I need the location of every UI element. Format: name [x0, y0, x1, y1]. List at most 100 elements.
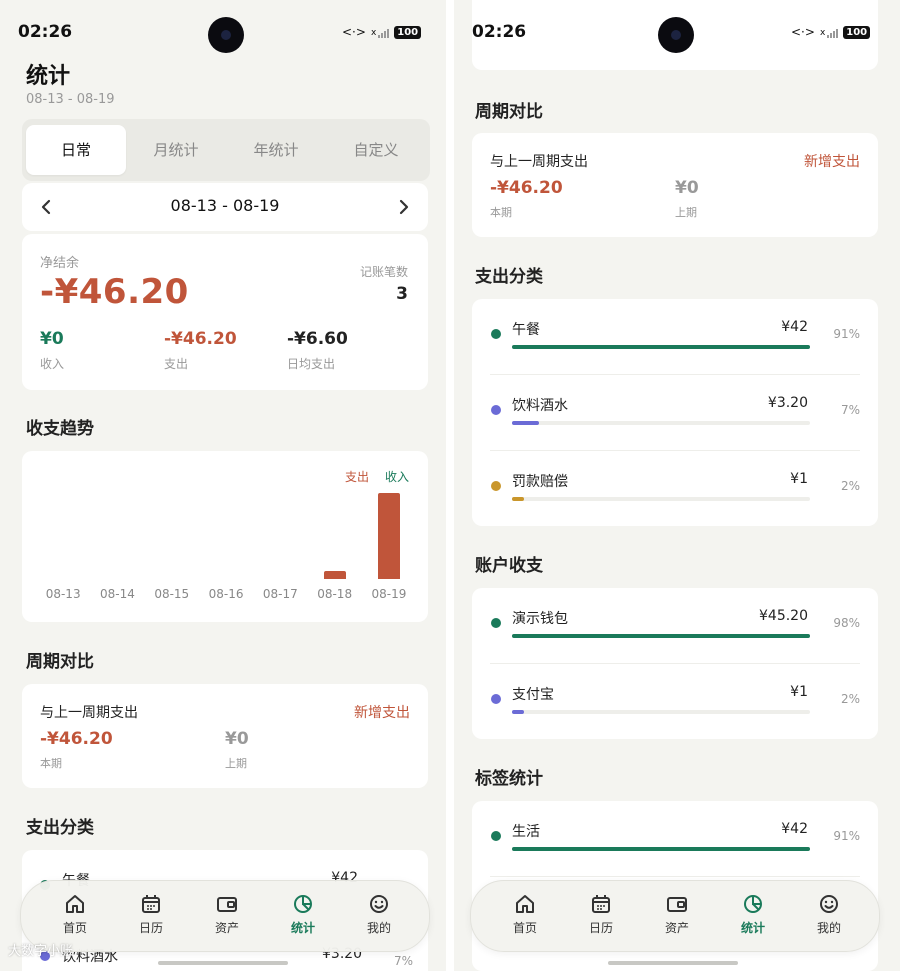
period-compare-label: 与上一周期支出 [40, 705, 138, 721]
nav-item-wallet[interactable]: 资产 [647, 891, 707, 936]
account-name: 演示钱包 [512, 611, 568, 627]
category-row[interactable]: 饮料酒水 ¥3.20 7% [472, 375, 878, 451]
nav-item-smile[interactable]: 我的 [349, 891, 409, 936]
expense-value: -¥46.20 [164, 329, 237, 349]
expense-bar[interactable] [377, 493, 400, 579]
category-row[interactable]: 罚款赔偿 ¥1 2% [472, 451, 878, 527]
category-percent: 2% [840, 479, 860, 493]
chevron-right-icon[interactable] [394, 198, 412, 216]
income-value: ¥0 [40, 329, 64, 349]
category-progress-fill [512, 421, 539, 425]
x-tick-label: 08-14 [100, 587, 135, 601]
nav-item-home[interactable]: 首页 [495, 891, 555, 936]
x-tick-label: 08-17 [262, 587, 298, 601]
category-amount: ¥42 [781, 319, 808, 335]
current-period-value: -¥46.20 [40, 729, 113, 749]
category-percent: 7% [840, 403, 860, 417]
tag-progress-track [512, 847, 810, 851]
tab-daily[interactable]: 日常 [26, 125, 126, 175]
watermark-text: 大数字小账 [8, 944, 74, 959]
nav-item-smile[interactable]: 我的 [799, 891, 859, 936]
tag-name: 生活 [512, 824, 540, 840]
nav-label: 资产 [664, 921, 689, 935]
x-tick-label: 08-13 [45, 587, 81, 601]
account-row[interactable]: 演示钱包 ¥45.20 98% [472, 588, 878, 664]
nav-item-calendar[interactable]: 日历 [571, 891, 631, 936]
daily-avg-value: -¥6.60 [287, 329, 348, 349]
tag-progress-fill [512, 847, 810, 851]
nav-item-pie-chart[interactable]: 统计 [273, 891, 333, 936]
category-percent: 91% [833, 327, 860, 341]
nav-item-calendar[interactable]: 日历 [121, 891, 181, 936]
nav-label: 日历 [138, 921, 163, 935]
category-dot [491, 329, 501, 339]
home-icon [45, 891, 105, 917]
new-expense-link[interactable]: 新增支出 [354, 702, 410, 722]
nav-label: 统计 [740, 921, 765, 935]
previous-period-label: 上期 [225, 757, 247, 770]
category-name: 罚款赔偿 [512, 474, 568, 490]
nav-item-wallet[interactable]: 资产 [197, 891, 257, 936]
data-transfer-icon: <·> [342, 25, 366, 39]
tab-yearly[interactable]: 年统计 [226, 125, 326, 175]
left-phone-screen: 02:26 <·> x 100 统计 08-13 - 08-19 日常 月统计 … [0, 0, 446, 971]
home-icon [495, 891, 555, 917]
legend-expense: 支出 [345, 470, 370, 484]
account-row[interactable]: 支付宝 ¥1 2% [472, 664, 878, 740]
account-name: 支付宝 [512, 687, 554, 703]
account-amount: ¥1 [790, 684, 808, 700]
expense-category-card: 午餐 ¥42 91% 饮料酒水 ¥3.20 7% 罚款赔偿 ¥1 2% [472, 299, 878, 526]
tag-amount: ¥42 [781, 821, 808, 837]
category-progress-track [512, 421, 810, 425]
x-tick-label: 08-18 [317, 587, 353, 601]
tag-percent: 91% [833, 829, 860, 843]
category-row[interactable]: 午餐 ¥42 91% [472, 299, 878, 375]
nav-label: 统计 [290, 921, 315, 935]
tab-custom[interactable]: 自定义 [326, 125, 426, 175]
period-section-title-right: 周期对比 [475, 102, 543, 122]
tag-section-title: 标签统计 [475, 769, 543, 789]
record-count-label: 记账笔数 [359, 265, 408, 279]
bottom-peek-pct: 7% [394, 954, 414, 968]
expense-bar[interactable] [323, 571, 346, 579]
account-progress-track [512, 634, 810, 638]
new-expense-link[interactable]: 新增支出 [804, 151, 860, 171]
account-progress-fill [512, 710, 524, 714]
category-dot [491, 405, 501, 415]
category-progress-fill [512, 497, 524, 501]
account-card: 演示钱包 ¥45.20 98% 支付宝 ¥1 2% [472, 588, 878, 739]
page-title: 统计 [26, 64, 71, 89]
record-count-value: 3 [396, 284, 408, 304]
signal-icon: x [371, 26, 390, 38]
home-indicator-right [608, 961, 738, 965]
nav-label: 日历 [588, 921, 613, 935]
nav-item-home[interactable]: 首页 [45, 891, 105, 936]
status-time: 02:26 [18, 22, 73, 42]
calendar-icon [121, 891, 181, 917]
current-period-label: 本期 [40, 757, 62, 770]
legend-income: 收入 [385, 470, 410, 484]
account-progress-track [512, 710, 810, 714]
tag-row[interactable]: 生活 ¥42 91% [472, 801, 878, 877]
nav-item-pie-chart[interactable]: 统计 [723, 891, 783, 936]
daily-avg-label: 日均支出 [287, 357, 336, 371]
period-compare-card: 与上一周期支出 新增支出 -¥46.20 ¥0 本期 上期 [22, 684, 428, 788]
tab-monthly[interactable]: 月统计 [126, 125, 226, 175]
account-section-title: 账户收支 [475, 556, 543, 576]
trend-chart-card: 支出 收入 08-13 08-14 08-15 08-16 08-17 08-18 08-1… [22, 451, 428, 622]
data-transfer-icon: <·> [791, 25, 815, 39]
page-date-range: 08-13 - 08-19 [26, 92, 115, 107]
category-progress-track [512, 497, 810, 501]
calendar-icon [571, 891, 631, 917]
nav-label: 我的 [816, 921, 841, 935]
period-compare-label: 与上一周期支出 [490, 154, 588, 170]
net-balance-value: -¥46.20 [40, 272, 189, 312]
right-phone-screen: 02:26 <·> x 100 周期对比 与上一周期支出 新增支出 -¥46.2… [454, 0, 900, 971]
battery-icon: 100 [843, 25, 871, 39]
category-dot [491, 481, 501, 491]
screen-divider [446, 0, 454, 971]
category-progress-fill [512, 345, 810, 349]
period-section-title: 周期对比 [26, 652, 94, 672]
nav-label: 资产 [214, 921, 239, 935]
category-section-title-right: 支出分类 [475, 267, 543, 287]
